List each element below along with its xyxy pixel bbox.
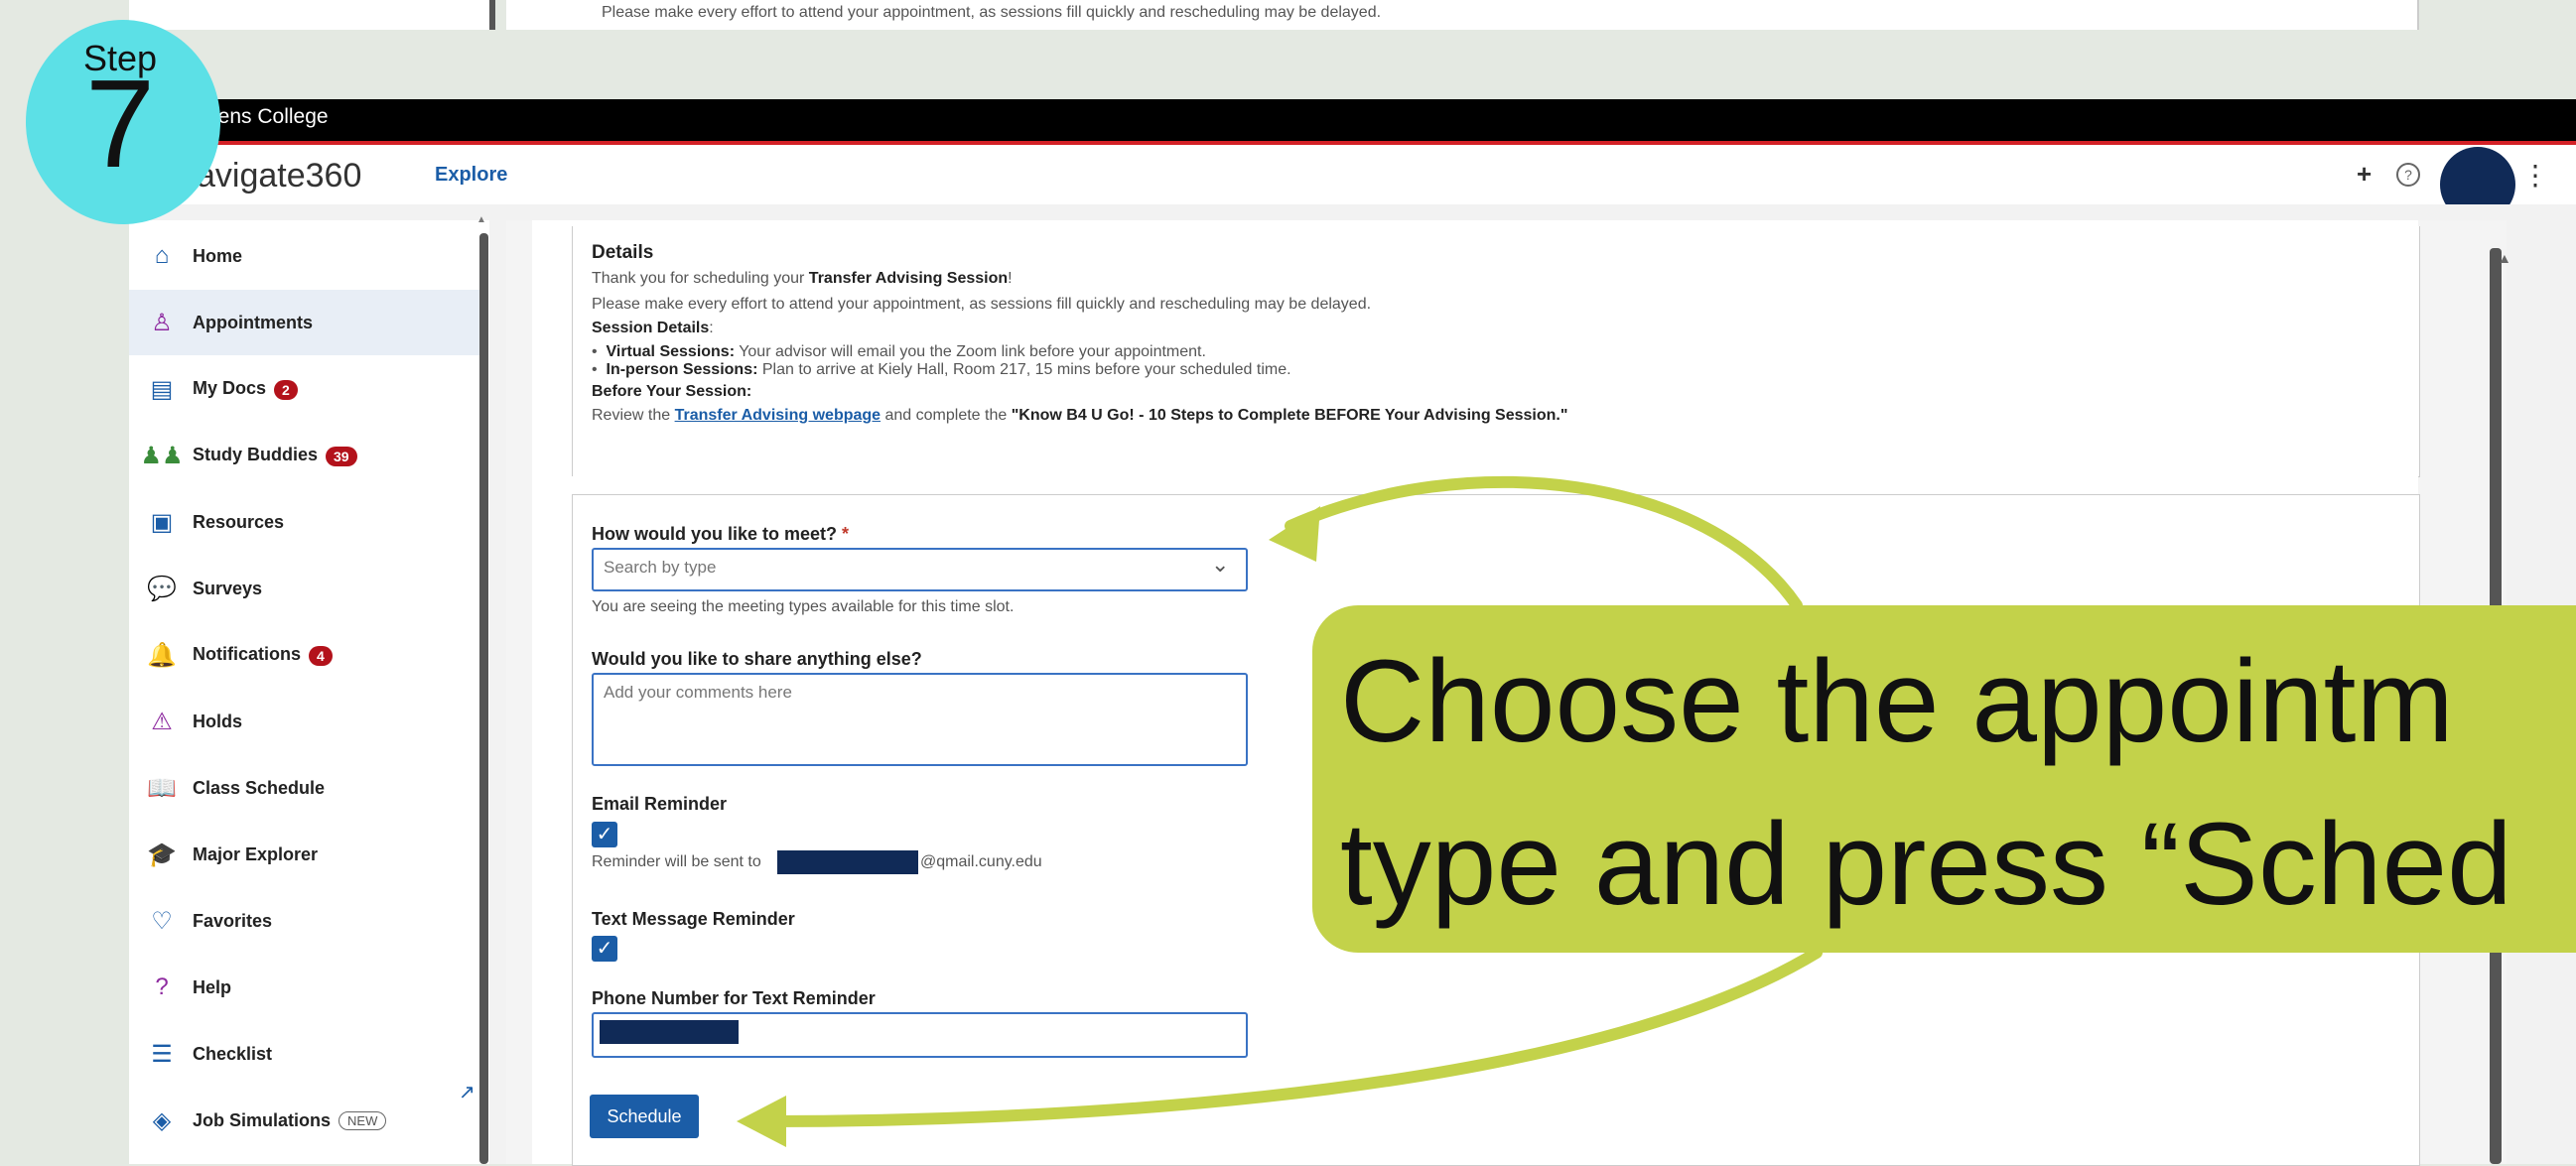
callout-arrows xyxy=(737,475,1823,1147)
arrow-head-select xyxy=(1269,506,1320,562)
callout-line-2: type and press “Sched xyxy=(1340,799,2512,930)
arrow-to-select xyxy=(1285,475,1803,611)
arrow-head-schedule xyxy=(737,1096,786,1147)
arrow-to-schedule xyxy=(758,947,1823,1127)
callout-line-1: Choose the appointm xyxy=(1340,636,2454,767)
